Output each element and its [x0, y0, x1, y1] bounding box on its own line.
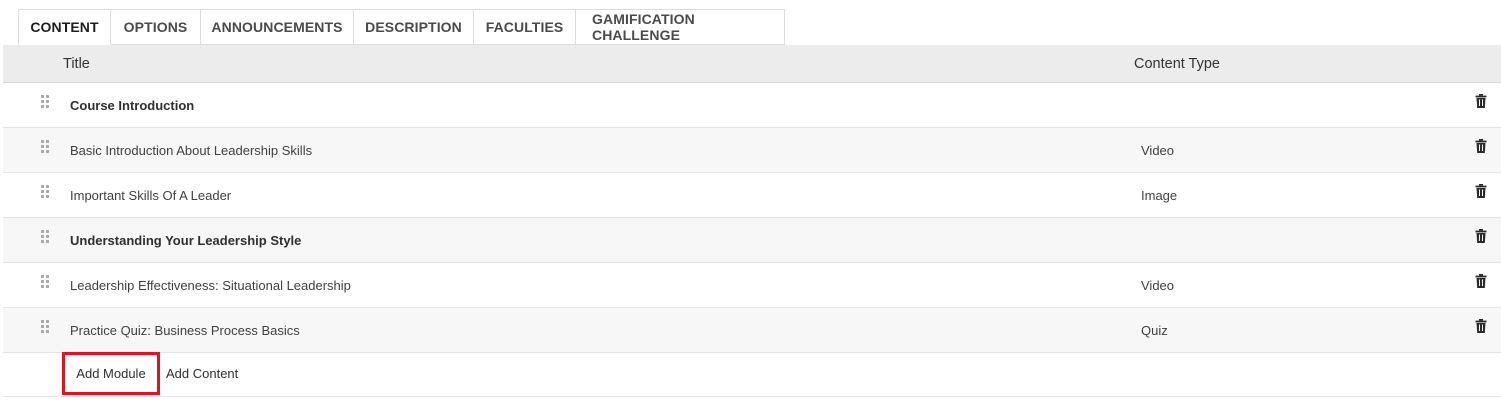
tab-content[interactable]: CONTENT	[18, 9, 111, 45]
tab-faculties[interactable]: FACULTIES	[474, 9, 576, 45]
trash-icon[interactable]	[1475, 139, 1487, 153]
column-header-title: Title	[63, 56, 90, 72]
trash-icon[interactable]	[1475, 94, 1487, 108]
row-title: Understanding Your Leadership Style	[70, 233, 302, 248]
add-module-button[interactable]: Add Module	[62, 352, 160, 395]
tab-bar: CONTENT OPTIONS ANNOUNCEMENTS DESCRIPTIO…	[18, 9, 785, 45]
drag-handle-icon[interactable]	[41, 185, 51, 199]
row-title: Basic Introduction About Leadership Skil…	[70, 143, 313, 158]
drag-handle-icon[interactable]	[41, 275, 51, 289]
table-row: Leadership Effectiveness: Situational Le…	[3, 263, 1501, 308]
row-title: Leadership Effectiveness: Situational Le…	[70, 278, 351, 293]
row-title: Course Introduction	[70, 98, 195, 113]
table-row: Important Skills Of A Leader Image	[3, 173, 1501, 218]
table-header: Title Content Type	[3, 45, 1501, 83]
table-row: Course Introduction	[3, 83, 1501, 128]
row-content-type: Video	[1141, 278, 1175, 293]
row-title: Practice Quiz: Business Process Basics	[70, 323, 300, 338]
trash-icon[interactable]	[1475, 229, 1487, 243]
trash-icon[interactable]	[1475, 319, 1487, 333]
row-content-type: Quiz	[1141, 323, 1168, 338]
drag-handle-icon[interactable]	[41, 230, 51, 244]
table-actions: Add Module Add Content	[3, 352, 1501, 397]
trash-icon[interactable]	[1475, 184, 1487, 198]
column-header-content-type: Content Type	[1134, 56, 1220, 72]
row-title: Important Skills Of A Leader	[70, 188, 232, 203]
table-row: Practice Quiz: Business Process Basics Q…	[3, 308, 1501, 353]
row-content-type: Image	[1141, 188, 1178, 203]
add-content-button[interactable]: Add Content	[166, 352, 238, 395]
row-content-type: Video	[1141, 143, 1175, 158]
drag-handle-icon[interactable]	[41, 140, 51, 154]
trash-icon[interactable]	[1475, 274, 1487, 288]
tab-options[interactable]: OPTIONS	[111, 9, 201, 45]
tab-gamification-challenge[interactable]: GAMIFICATION CHALLENGE	[576, 9, 785, 45]
table-row: Understanding Your Leadership Style	[3, 218, 1501, 263]
table-row: Basic Introduction About Leadership Skil…	[3, 128, 1501, 173]
drag-handle-icon[interactable]	[41, 95, 51, 109]
drag-handle-icon[interactable]	[41, 320, 51, 334]
tab-announcements[interactable]: ANNOUNCEMENTS	[201, 9, 354, 45]
content-table: Title Content Type Course Introduction B…	[3, 45, 1501, 353]
tab-description[interactable]: DESCRIPTION	[354, 9, 474, 45]
